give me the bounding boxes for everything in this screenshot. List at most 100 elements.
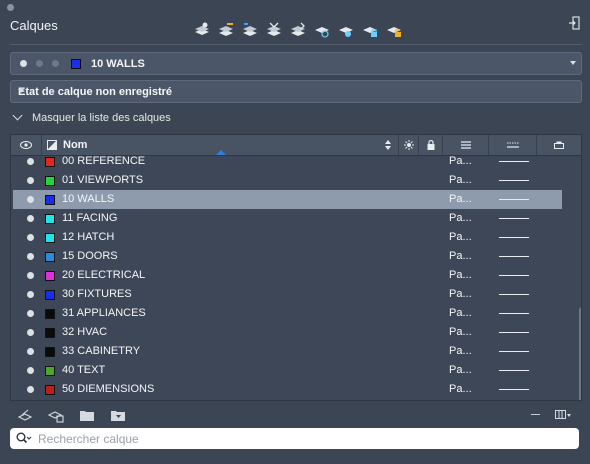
linetype-sample[interactable] (499, 389, 529, 390)
unlock-layer-icon[interactable] (384, 20, 404, 40)
layer-plot-style[interactable]: Pa... (449, 307, 472, 319)
layer-walk-icon[interactable] (264, 20, 284, 40)
new-layer-icon[interactable] (216, 20, 236, 40)
visibility-dot-icon[interactable] (27, 310, 34, 317)
color-column-icon (47, 140, 57, 150)
visibility-dot-icon[interactable] (27, 348, 34, 355)
layer-color-swatch[interactable] (45, 252, 55, 262)
layer-color-swatch[interactable] (45, 157, 55, 167)
layer-name: 50 DIEMENSIONS (62, 383, 155, 395)
linetype-sample[interactable] (499, 332, 529, 333)
layer-color-swatch[interactable] (45, 347, 55, 357)
layer-plot-style[interactable]: Pa... (449, 364, 472, 376)
layer-color-swatch[interactable] (45, 328, 55, 338)
layer-plot-style[interactable]: Pa... (449, 155, 472, 167)
folder-filter-icon[interactable] (109, 406, 127, 424)
isolate-layer-icon[interactable] (336, 20, 356, 40)
collapse-minus-icon[interactable] (531, 414, 540, 415)
layer-color-swatch[interactable] (45, 309, 55, 319)
layer-color-swatch[interactable] (45, 290, 55, 300)
linetype-sample[interactable] (499, 180, 529, 181)
layer-color-swatch[interactable] (45, 271, 55, 281)
visibility-dot-icon[interactable] (27, 272, 34, 279)
layer-name: 30 FIXTURES (62, 288, 132, 300)
layer-merge-icon[interactable] (288, 20, 308, 40)
visibility-dot-icon[interactable] (27, 367, 34, 374)
vertical-scrollbar[interactable] (579, 307, 581, 400)
layer-state-dropdown[interactable]: Etat de calque non enregistré (10, 80, 582, 103)
layer-name: 20 ELECTRICAL (62, 269, 146, 281)
layer-row[interactable]: 15 DOORS Pa... (13, 247, 562, 266)
visibility-dot-icon[interactable] (27, 253, 34, 260)
layer-plot-style[interactable]: Pa... (449, 345, 472, 357)
layer-filter-icon[interactable] (47, 406, 65, 424)
layer-row[interactable]: 32 HVAC Pa... (13, 323, 562, 342)
linetype-sample[interactable] (499, 161, 529, 162)
linetype-sample[interactable] (499, 351, 529, 352)
visibility-dot-icon[interactable] (27, 177, 34, 184)
folder-icon[interactable] (78, 406, 96, 424)
layer-plot-style[interactable]: Pa... (449, 193, 472, 205)
visibility-dot-icon[interactable] (27, 234, 34, 241)
layer-row[interactable]: 12 HATCH Pa... (13, 228, 562, 247)
linetype-sample[interactable] (499, 313, 529, 314)
layer-name: 31 APPLIANCES (62, 307, 146, 319)
layer-color-swatch[interactable] (45, 233, 55, 243)
layer-plot-style[interactable]: Pa... (449, 212, 472, 224)
layer-plot-style[interactable]: Pa... (449, 326, 472, 338)
export-icon[interactable] (568, 16, 580, 30)
visibility-dot-icon[interactable] (27, 386, 34, 393)
visibility-dot-icon[interactable] (27, 158, 34, 165)
layer-plot-style[interactable]: Pa... (449, 250, 472, 262)
layer-name: 12 HATCH (62, 231, 115, 243)
layer-row[interactable]: 00 REFERENCE Pa... (13, 152, 562, 171)
layer-row[interactable]: 40 TEXT Pa... (13, 361, 562, 380)
current-layer-dropdown[interactable]: 10 WALLS (10, 52, 582, 75)
layer-name: 11 FACING (62, 212, 118, 224)
hide-layer-list-toggle[interactable]: Masquer la liste des calques (12, 110, 171, 124)
layer-plot-style[interactable]: Pa... (449, 174, 472, 186)
layer-row[interactable]: 50 DIEMENSIONS Pa... (13, 380, 562, 399)
layer-row[interactable]: 10 WALLS Pa... (13, 190, 562, 209)
layer-row[interactable]: 11 FACING Pa... (13, 209, 562, 228)
layer-row[interactable]: 33 CABINETRY Pa... (13, 342, 562, 361)
layer-plot-style[interactable]: Pa... (449, 383, 472, 395)
panel-grip-dot[interactable] (7, 4, 14, 11)
visibility-dot-icon[interactable] (27, 196, 34, 203)
current-layer-name: 10 WALLS (91, 58, 145, 70)
layer-settings-icon[interactable] (16, 406, 34, 424)
layer-plot-style[interactable]: Pa... (449, 269, 472, 281)
linetype-sample[interactable] (499, 370, 529, 371)
layer-row[interactable]: 01 VIEWPORTS Pa... (13, 171, 562, 190)
lock-layer-icon[interactable] (360, 20, 380, 40)
layer-name: 00 REFERENCE (62, 155, 146, 167)
layer-search-box[interactable]: Rechercher calque (10, 428, 579, 449)
linetype-sample[interactable] (499, 237, 529, 238)
linetype-sample[interactable] (499, 256, 529, 257)
visibility-dot-icon[interactable] (27, 291, 34, 298)
layer-plot-style[interactable]: Pa... (449, 231, 472, 243)
toolbar-divider (10, 44, 582, 45)
linetype-sample[interactable] (499, 218, 529, 219)
layer-properties-icon[interactable] (192, 20, 212, 40)
linetype-sample[interactable] (499, 275, 529, 276)
linetype-sample[interactable] (499, 199, 529, 200)
visibility-dot-icon[interactable] (27, 215, 34, 222)
layer-color-swatch[interactable] (45, 366, 55, 376)
layer-name: 32 HVAC (62, 326, 108, 338)
lines-icon (460, 141, 471, 149)
layer-states-icon[interactable] (240, 20, 260, 40)
layer-row[interactable]: 20 ELECTRICAL Pa... (13, 266, 562, 285)
layer-color-swatch[interactable] (45, 385, 55, 395)
layer-color-swatch[interactable] (45, 195, 55, 205)
layer-color-swatch[interactable] (45, 214, 55, 224)
linetype-sample[interactable] (499, 294, 529, 295)
layer-plot-style[interactable]: Pa... (449, 288, 472, 300)
search-placeholder: Rechercher calque (38, 432, 139, 446)
columns-menu-icon[interactable] (555, 408, 573, 422)
layer-color-swatch[interactable] (45, 176, 55, 186)
freeze-layer-icon[interactable] (312, 20, 332, 40)
visibility-dot-icon[interactable] (27, 329, 34, 336)
layer-row[interactable]: 30 FIXTURES Pa... (13, 285, 562, 304)
layer-row[interactable]: 31 APPLIANCES Pa... (13, 304, 562, 323)
